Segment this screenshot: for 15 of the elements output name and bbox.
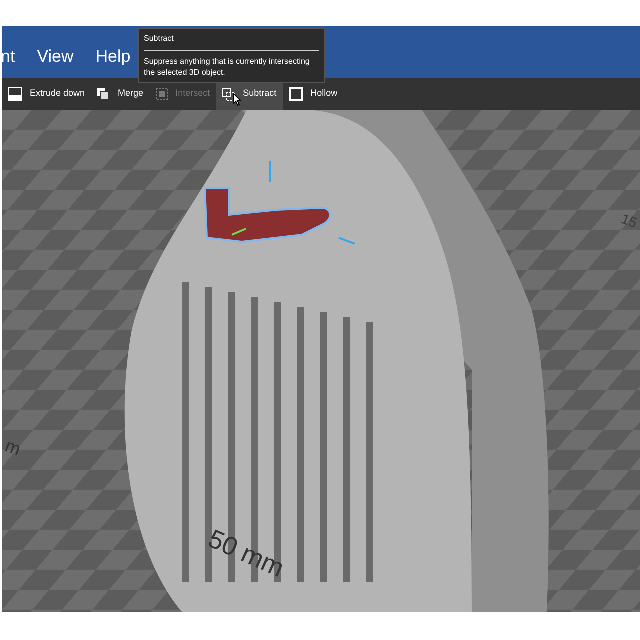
tooltip-title: Subtract: [144, 33, 319, 51]
scale-label: m: [2, 434, 25, 462]
menu-item[interactable]: View: [37, 44, 74, 70]
cursor-icon: [233, 93, 242, 106]
toolbar-button[interactable]: Hollow: [282, 78, 344, 110]
hollow-icon: [288, 87, 303, 101]
tooltip-text: Suppress anything that is currently intersecting the selected 3D object.: [144, 56, 311, 78]
menu-item[interactable]: Help: [96, 44, 131, 70]
merge-icon: [97, 88, 110, 100]
subtract-icon: [222, 88, 236, 100]
toolbar-button[interactable]: Extrude down: [2, 78, 92, 110]
intersect-icon: [156, 88, 168, 100]
extrude-icon: [8, 87, 22, 101]
menu-item[interactable]: nt: [1, 44, 16, 70]
scale-label: 50 mm: [203, 522, 290, 586]
